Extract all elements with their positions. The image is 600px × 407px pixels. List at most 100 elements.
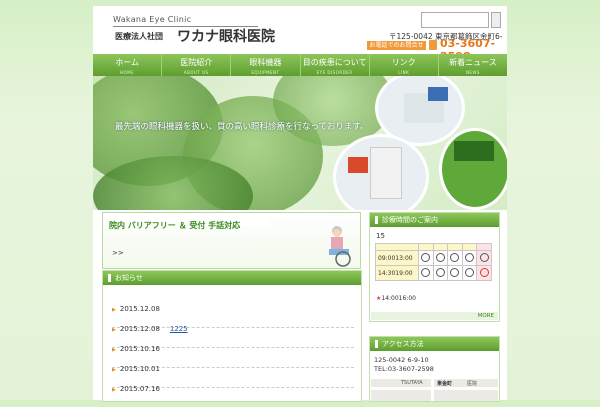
logo-en[interactable]: Wakana Eye Clinic bbox=[113, 15, 191, 24]
heading-mark bbox=[375, 340, 378, 348]
search-input[interactable] bbox=[421, 12, 489, 28]
hours-note-text: 14:0016:00 bbox=[381, 295, 416, 302]
arrow-icon: ▶ bbox=[112, 327, 116, 333]
map-road bbox=[371, 387, 498, 390]
hours-box: 診療時間のご案内 15 09:0013:00 14:3019:00 ★14:00… bbox=[369, 212, 500, 322]
schedule-cell bbox=[447, 250, 463, 266]
open-mark-icon bbox=[465, 252, 475, 262]
hours-note: ★14:0016:00 bbox=[376, 295, 416, 302]
logo-corp-type[interactable]: 医療法人社団 bbox=[115, 31, 163, 42]
logo-clinic-name[interactable]: ワカナ眼科医院 bbox=[177, 26, 275, 46]
schedule-header-cell bbox=[375, 243, 419, 251]
news-heading-bar: お知らせ bbox=[103, 271, 361, 285]
clinic-sign-photo bbox=[439, 128, 507, 210]
barrier-more-link[interactable]: >> bbox=[112, 249, 124, 257]
access-address-block: 125-0042 6-9-10 TEL:03-3607-2598 bbox=[374, 356, 434, 374]
nav-sublabel: LINK bbox=[398, 70, 410, 75]
search-button[interactable] bbox=[491, 12, 501, 28]
site-header: Wakana Eye Clinic 医療法人社団 ワカナ眼科医院 〒125-00… bbox=[93, 6, 507, 63]
schedule-cell bbox=[418, 265, 434, 281]
schedule-cell bbox=[432, 265, 449, 281]
nav-label: 新着ニュース bbox=[449, 58, 497, 67]
hours-heading-bar: 診療時間のご案内 bbox=[370, 213, 499, 227]
nav-eye-disorder[interactable]: 目の疾患について EYE DISORDER bbox=[301, 54, 370, 76]
schedule-cell bbox=[461, 250, 478, 266]
nav-equipment[interactable]: 眼科機器 EQUIPMENT bbox=[231, 54, 301, 76]
global-nav: ホーム HOME 医院紹介 ABOUT US 眼科機器 EQUIPMENT 目の… bbox=[93, 54, 507, 76]
clinic-sign bbox=[454, 141, 494, 161]
map-road bbox=[431, 379, 434, 401]
news-box: お知らせ ▶ 2015.12.08 ▶ 2015.12.08 1225 ▶ 2015.1… bbox=[102, 270, 362, 402]
schedule-header-cell bbox=[432, 243, 449, 251]
machine bbox=[370, 147, 402, 199]
figure-body bbox=[331, 237, 343, 251]
schedule-cell bbox=[432, 250, 449, 266]
nav-label: 医院紹介 bbox=[180, 58, 213, 67]
arrow-icon: ▶ bbox=[112, 387, 116, 393]
nav-news[interactable]: 新着ニュース NEWS bbox=[439, 54, 507, 76]
open-mark-icon bbox=[435, 252, 445, 262]
nav-sublabel: NEWS bbox=[465, 70, 480, 75]
phone-icon bbox=[429, 40, 437, 50]
schedule-header-cell bbox=[461, 243, 478, 251]
news-link[interactable]: 1225 bbox=[170, 325, 204, 333]
news-date: 2015.07.16 bbox=[119, 385, 160, 393]
nav-sublabel: EYE DISORDER bbox=[316, 70, 353, 75]
partial-mark-icon bbox=[479, 267, 489, 277]
schedule-time: 09:0013:00 bbox=[375, 250, 419, 266]
nav-about[interactable]: 医院紹介 ABOUT US bbox=[162, 54, 232, 76]
news-item[interactable]: ▶ 2015.07.16 bbox=[112, 385, 354, 407]
arrow-icon: ▶ bbox=[112, 367, 116, 373]
barrier-title: 院内 バリアフリー ＆ 受付 手話対応 bbox=[109, 221, 241, 230]
barrier-title-bar: 院内 バリアフリー ＆ 受付 手話対応 bbox=[103, 213, 268, 230]
equipment-screen bbox=[428, 87, 448, 101]
nav-label: 目の疾患について bbox=[302, 58, 367, 67]
schedule-header-cell bbox=[418, 243, 434, 251]
schedule-time: 14:3019:00 bbox=[375, 265, 419, 281]
monitor bbox=[348, 157, 368, 173]
hours-subtitle: 15 bbox=[376, 232, 385, 240]
tel-label: お電話でのお問合せ bbox=[367, 41, 426, 50]
hours-heading: 診療時間のご案内 bbox=[382, 216, 438, 224]
nav-sublabel: HOME bbox=[120, 70, 135, 75]
page-container: Wakana Eye Clinic 医療法人社団 ワカナ眼科医院 〒125-00… bbox=[93, 6, 507, 402]
schedule-header-cell bbox=[476, 243, 492, 251]
schedule-header-cell bbox=[447, 243, 463, 251]
news-date: 2015.12.08 bbox=[119, 305, 160, 313]
schedule-header-row bbox=[375, 243, 492, 251]
news-date: 2015.10.01 bbox=[119, 365, 160, 373]
nav-home[interactable]: ホーム HOME bbox=[93, 54, 163, 76]
schedule-row: 14:3019:00 bbox=[375, 265, 492, 281]
figure-face bbox=[333, 229, 341, 237]
access-box: アクセス方法 125-0042 6-9-10 TEL:03-3607-2598 … bbox=[369, 336, 500, 402]
arrow-icon: ▶ bbox=[112, 307, 116, 313]
exam-room-photo bbox=[333, 134, 429, 210]
news-date: 2015.12.08 bbox=[119, 325, 160, 333]
more-link[interactable]: MORE bbox=[371, 312, 498, 320]
nav-sublabel: ABOUT US bbox=[183, 70, 209, 75]
arrow-icon: ▶ bbox=[112, 347, 116, 353]
access-heading-bar: アクセス方法 bbox=[370, 337, 499, 351]
schedule-table: 09:0013:00 14:3019:00 bbox=[375, 243, 492, 281]
open-mark-icon bbox=[421, 252, 431, 262]
open-mark-icon bbox=[479, 252, 489, 262]
open-mark-icon bbox=[450, 252, 460, 262]
access-address: 125-0042 6-9-10 bbox=[374, 356, 429, 364]
open-mark-icon bbox=[450, 267, 460, 277]
wheelchair-illustration bbox=[329, 226, 351, 267]
map-label: TSUTAYA bbox=[401, 380, 423, 386]
open-mark-icon bbox=[421, 267, 431, 277]
news-date: 2015.10.16 bbox=[119, 345, 160, 353]
access-tel: TEL:03-3607-2598 bbox=[374, 365, 434, 373]
access-heading: アクセス方法 bbox=[382, 340, 424, 348]
nav-label: 眼科機器 bbox=[249, 58, 282, 67]
schedule-cell bbox=[476, 250, 492, 266]
schedule-cell bbox=[447, 265, 463, 281]
schedule-row: 09:0013:00 bbox=[375, 250, 492, 266]
open-mark-icon bbox=[435, 267, 445, 277]
schedule-cell bbox=[418, 250, 434, 266]
access-map[interactable]: TSUTAYA 東金町 医院 bbox=[371, 379, 498, 401]
barrier-free-banner[interactable]: 院内 バリアフリー ＆ 受付 手話対応 >> bbox=[102, 212, 361, 269]
nav-link[interactable]: リンク LINK bbox=[370, 54, 439, 76]
schedule-cell bbox=[461, 265, 478, 281]
